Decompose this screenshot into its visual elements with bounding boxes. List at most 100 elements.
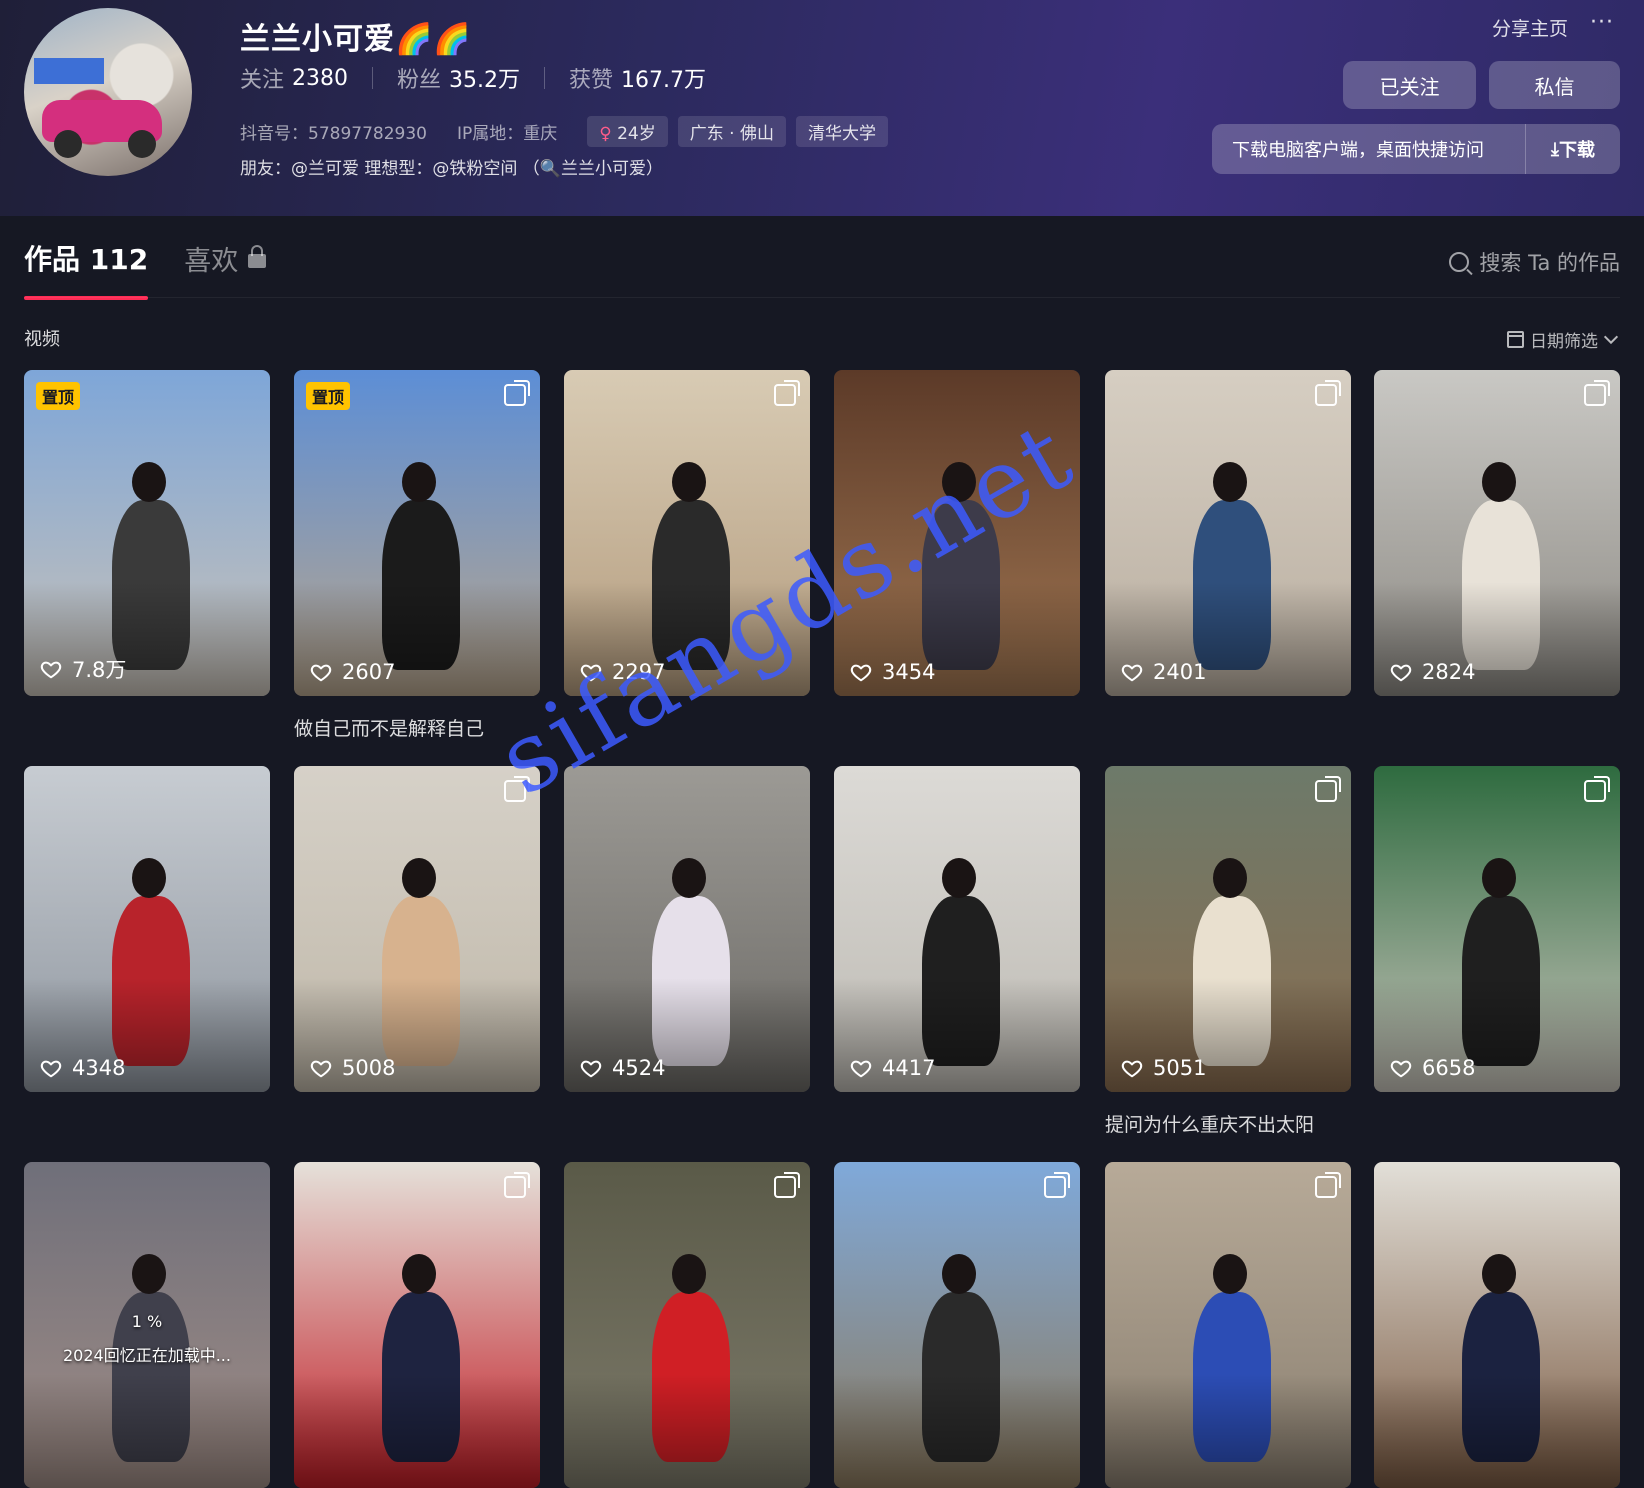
video-card[interactable]: 5008 (294, 766, 540, 1092)
video-card[interactable]: 4348 (24, 766, 270, 1092)
thumbnail-shade (564, 766, 810, 1092)
video-card[interactable]: 5051 (1105, 766, 1351, 1092)
heart-icon (40, 661, 62, 679)
video-card[interactable]: 2824 (1374, 370, 1620, 696)
thumbnail-shade (294, 1162, 540, 1488)
message-button[interactable]: 私信 (1489, 61, 1620, 109)
multi-image-icon (1315, 1172, 1341, 1198)
followers-count[interactable]: 35.2万 (449, 62, 520, 94)
video-card[interactable] (834, 1162, 1080, 1488)
chevron-down-icon (1603, 329, 1619, 344)
thumbnail-shade (1374, 370, 1620, 696)
video-likes-count: 2824 (1422, 660, 1476, 684)
thumbnail-shade (294, 766, 540, 1092)
profile-meta: 抖音号：57897782930 IP属地：重庆 ♀ 24岁 广东 · 佛山 清华… (240, 116, 898, 147)
video-likes: 5051 (1121, 1056, 1206, 1080)
avatar[interactable] (24, 8, 192, 176)
profile-stats: 关注 2380 粉丝 35.2万 获赞 167.7万 (240, 62, 706, 94)
douyin-id: 抖音号：57897782930 (240, 124, 427, 144)
tab-likes-label: 喜欢 (184, 246, 239, 277)
video-card[interactable] (564, 1162, 810, 1488)
download-text: 下载电脑客户端，桌面快捷访问 (1232, 140, 1484, 161)
tab-works[interactable]: 作品 112 (24, 238, 149, 300)
video-card[interactable] (294, 1162, 540, 1488)
video-card[interactable]: 置顶 7.8万 (24, 370, 270, 696)
video-likes: 3454 (850, 660, 935, 684)
tab-likes[interactable]: 喜欢 (184, 239, 267, 300)
video-likes-count: 5008 (342, 1056, 396, 1080)
pinned-badge: 置顶 (306, 382, 351, 410)
thumbnail-shade (24, 766, 270, 1092)
loading-text: 2024回忆正在加载中... (63, 1346, 231, 1365)
avatar-wheel (54, 130, 82, 158)
video-likes: 2824 (1390, 660, 1475, 684)
video-card[interactable] (1105, 1162, 1351, 1488)
video-card[interactable]: 置顶 2607 (294, 370, 540, 696)
female-icon: ♀ (599, 124, 612, 144)
video-likes: 4348 (40, 1056, 125, 1080)
video-card[interactable]: 4524 (564, 766, 810, 1092)
tab-works-label: 作品 (24, 243, 81, 276)
divider (372, 67, 374, 89)
thumbnail-shade (1105, 766, 1351, 1092)
avatar-sign (34, 58, 104, 84)
date-filter[interactable]: 日期筛选 (1507, 327, 1619, 352)
heart-icon (40, 1060, 62, 1078)
video-likes-count: 4524 (612, 1056, 666, 1080)
date-filter-label: 日期筛选 (1530, 332, 1598, 352)
video-likes: 2607 (310, 660, 395, 684)
search-works[interactable]: 搜索 Ta 的作品 (1449, 247, 1620, 277)
thumbnail-shade (1105, 1162, 1351, 1488)
following-count[interactable]: 2380 (292, 66, 348, 91)
video-likes-count: 5051 (1153, 1056, 1207, 1080)
followers-label: 粉丝 (397, 68, 442, 93)
video-card[interactable]: 2401 (1105, 370, 1351, 696)
heart-icon (310, 664, 332, 682)
section-title: 视频 (24, 329, 60, 350)
multi-image-icon (504, 380, 530, 406)
profile-header: 兰兰小可爱🌈🌈 关注 2380 粉丝 35.2万 获赞 167.7万 抖音号：5… (0, 0, 1644, 216)
video-likes: 2401 (1121, 660, 1206, 684)
thumbnail-shade (1374, 1162, 1620, 1488)
multi-image-icon (774, 380, 800, 406)
calendar-icon (1507, 331, 1524, 348)
video-card[interactable] (1374, 1162, 1620, 1488)
avatar-wheel (128, 130, 156, 158)
video-likes-count: 2401 (1153, 660, 1207, 684)
multi-image-icon (1584, 776, 1610, 802)
video-card[interactable]: 1 % 2024回忆正在加载中... (24, 1162, 270, 1488)
profile-tabs: 作品 112 喜欢 (24, 238, 267, 300)
heart-icon (1121, 664, 1143, 682)
download-button-label: 下载 (1558, 140, 1595, 161)
video-likes-count: 6658 (1422, 1056, 1476, 1080)
pinned-badge: 置顶 (36, 382, 81, 410)
multi-image-icon (774, 1172, 800, 1198)
tag-school: 清华大学 (795, 116, 888, 147)
search-placeholder: 搜索 Ta 的作品 (1479, 251, 1620, 275)
video-card[interactable]: 4417 (834, 766, 1080, 1092)
likes-label: 获赞 (569, 68, 614, 93)
lock-icon (248, 244, 267, 268)
ip-location: IP属地：重庆 (456, 124, 558, 144)
share-profile-link[interactable]: 分享主页 (1492, 14, 1568, 41)
more-icon[interactable]: ··· (1590, 10, 1614, 35)
heart-icon (1121, 1060, 1143, 1078)
video-likes-count: 4417 (882, 1056, 936, 1080)
video-caption[interactable]: 做自己而不是解释自己 (294, 714, 484, 741)
thumbnail-shade (834, 766, 1080, 1092)
thumbnail-shade (24, 370, 270, 696)
multi-image-icon (1315, 380, 1341, 406)
tab-divider (24, 297, 1620, 298)
profile-name: 兰兰小可爱🌈🌈 (240, 22, 472, 57)
friends-line[interactable]: 朋友：@兰可爱 理想型：@铁粉空间 （🔍兰兰小可爱） (240, 154, 663, 179)
thumbnail-shade (1374, 766, 1620, 1092)
tag-age: ♀ 24岁 (587, 116, 668, 147)
download-banner[interactable]: 下载电脑客户端，桌面快捷访问 ⤓ 下载 (1212, 124, 1620, 174)
tab-works-count: 112 (89, 243, 149, 276)
video-caption[interactable]: 提问为什么重庆不出太阳 (1105, 1110, 1314, 1137)
download-button[interactable]: ⤓ 下载 (1525, 124, 1620, 174)
video-likes: 4417 (850, 1056, 935, 1080)
followed-button[interactable]: 已关注 (1343, 61, 1476, 109)
video-card[interactable]: 6658 (1374, 766, 1620, 1092)
tag-location: 广东 · 佛山 (677, 116, 786, 147)
